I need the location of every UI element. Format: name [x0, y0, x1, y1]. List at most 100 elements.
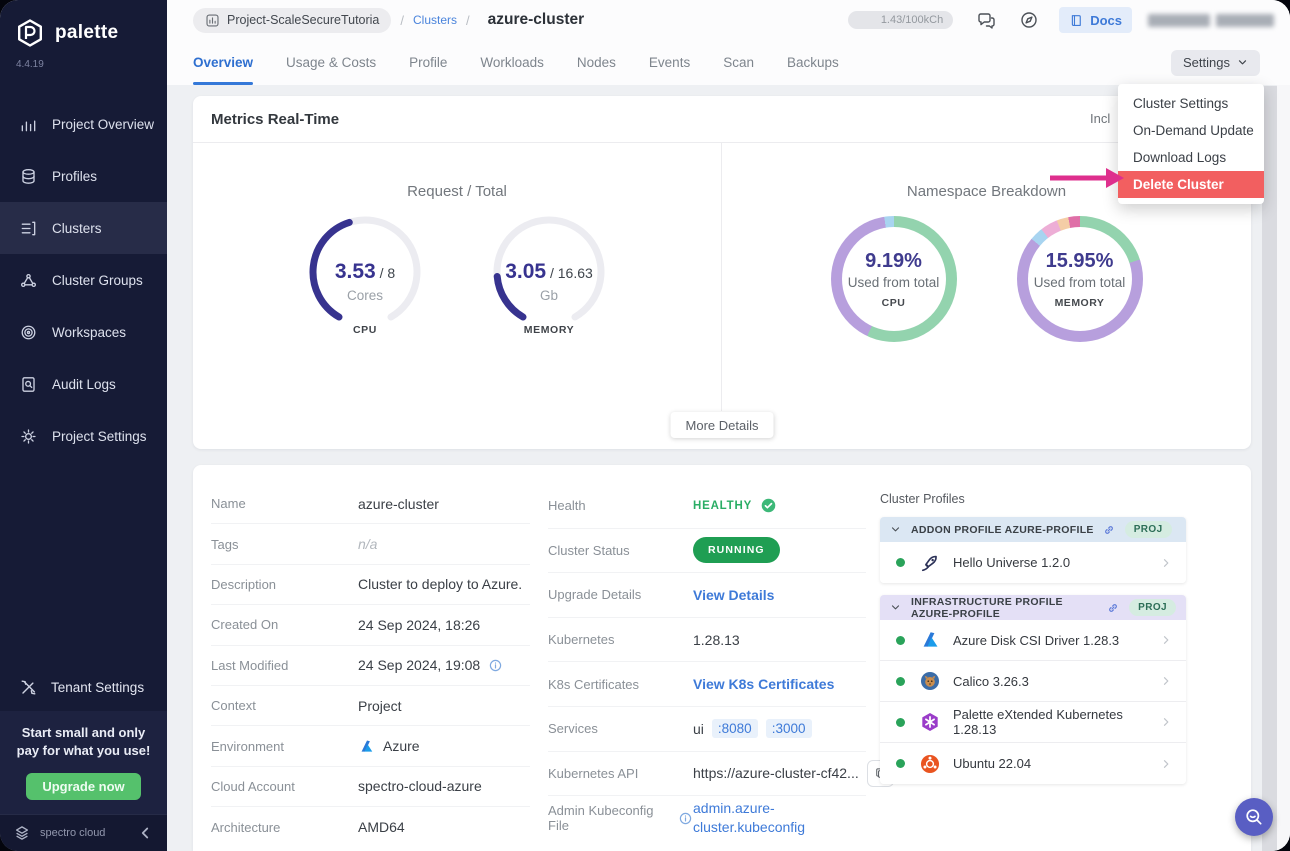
breadcrumb-separator: /	[400, 12, 405, 28]
gauge-label: MEMORY	[523, 324, 575, 336]
sidebar-collapse-icon[interactable]	[135, 823, 155, 843]
profile-group-header[interactable]: INFRASTRUCTURE PROFILE AZURE-PROFILE PROJ	[880, 595, 1186, 620]
tab-workloads[interactable]: Workloads	[480, 40, 544, 85]
profile-layer-name: Ubuntu 22.04	[953, 756, 1032, 771]
azure-icon	[919, 629, 941, 651]
tab-profile[interactable]: Profile	[409, 40, 447, 85]
gauge-value: 3.05	[505, 260, 547, 283]
gauge-cpu: 3.53 / 8 Cores CPU	[305, 214, 425, 336]
status-row-kubernetes-api: Kubernetes API https://azure-cluster-cf42…	[548, 752, 894, 797]
info-value: Azure	[358, 738, 420, 755]
status-label: Health	[548, 498, 586, 514]
right-gutter	[1277, 85, 1290, 851]
profile-layer-azure-disk-csi-driver-1-28-3[interactable]: Azure Disk CSI Driver 1.28.3	[880, 620, 1186, 661]
usage-badge: 1.43/100kCh	[848, 11, 954, 29]
sidebar-item-tenant-settings[interactable]: Tenant Settings	[0, 663, 167, 711]
sidebar-item-label: Profiles	[52, 168, 98, 184]
sidebar-item-cluster-groups[interactable]: Cluster Groups	[0, 254, 167, 306]
docs-button[interactable]: Docs	[1059, 7, 1132, 33]
sidebar: palette 4.4.19 Project Overview Profiles C…	[0, 0, 167, 851]
rocket-icon	[919, 552, 941, 574]
tab-overview[interactable]: Overview	[193, 40, 254, 85]
tabs-bar: Overview Usage & Costs Profile Workloads Nod…	[167, 40, 1290, 85]
info-value: azure-cluster	[358, 495, 439, 512]
service-port-link[interactable]: :3000	[765, 719, 812, 739]
tab-nodes[interactable]: Nodes	[577, 40, 616, 85]
status-row-admin-kubeconfig-file: Admin Kubeconfig File admin.azure-cluster…	[548, 796, 866, 841]
compass-icon[interactable]	[1019, 10, 1039, 30]
user-name-redacted[interactable]	[1148, 13, 1274, 27]
profile-layer-name: Azure Disk CSI Driver 1.28.3	[953, 632, 1120, 648]
sidebar-item-label: Project Settings	[52, 428, 147, 444]
chevron-down-icon	[890, 524, 901, 535]
status-dot	[896, 558, 905, 567]
link-view-k8s-certificates[interactable]: View K8s Certificates	[693, 676, 834, 692]
scrollbar[interactable]	[1262, 86, 1277, 851]
info-value: n/a	[358, 536, 378, 553]
profiles-icon	[18, 166, 38, 186]
kubeconfig-file-link[interactable]: admin.azure-cluster.kubeconfig	[693, 799, 827, 837]
status-label: Admin Kubeconfig File	[548, 803, 693, 833]
info-row-description: Description Cluster to deploy to Azure.	[211, 565, 530, 606]
link-view-details[interactable]: View Details	[693, 587, 774, 603]
tools-icon	[18, 677, 38, 697]
more-details-button[interactable]: More Details	[670, 412, 774, 438]
service-port-link[interactable]: :8080	[711, 719, 758, 739]
profile-layer-name: Hello Universe 1.2.0	[953, 555, 1071, 570]
tab-events[interactable]: Events	[649, 40, 690, 85]
app-version: 4.4.19	[16, 59, 44, 70]
help-chat-fab[interactable]	[1235, 798, 1273, 836]
cluster-status-badge: RUNNING	[693, 537, 780, 564]
profile-layer-palette-extended-kubernetes-1-28-13[interactable]: Palette eXtended Kubernetes 1.28.13	[880, 702, 1186, 743]
profile-layer-name: Calico 3.26.3	[953, 673, 1029, 689]
info-value: spectro-cloud-azure	[358, 778, 482, 795]
menu-item-delete-cluster[interactable]: Delete Cluster	[1118, 171, 1264, 198]
info-label: Cloud Account	[211, 778, 295, 794]
brand-name: palette	[55, 22, 119, 43]
profile-layer-hello-universe-1-2-0[interactable]: Hello Universe 1.2.0	[880, 542, 1186, 583]
menu-item-on-demand-update[interactable]: On-Demand Update	[1118, 117, 1264, 144]
profile-group-header[interactable]: ADDON PROFILE AZURE-PROFILE PROJ	[880, 517, 1186, 542]
profile-layer-name: Palette eXtended Kubernetes 1.28.13	[953, 707, 1123, 737]
sidebar-item-project-settings[interactable]: Project Settings	[0, 410, 167, 462]
gear-icon	[18, 426, 38, 446]
info-value: Cluster to deploy to Azure.	[358, 576, 523, 593]
status-row-cluster-status: Cluster Status RUNNING	[548, 529, 866, 574]
status-label: Services	[548, 721, 598, 737]
menu-item-download-logs[interactable]: Download Logs	[1118, 144, 1264, 171]
topbar-right: 1.43/100kCh Docs	[848, 7, 1274, 33]
book-icon	[1069, 13, 1084, 28]
info-label: Architecture	[211, 819, 281, 835]
metrics-body: Request / Total 3.53 / 8 Cores CPU 3.05 / 1…	[193, 143, 1251, 411]
tab-backups[interactable]: Backups	[787, 40, 839, 85]
breadcrumb-clusters-link[interactable]: Clusters	[413, 13, 457, 27]
tab-scan[interactable]: Scan	[723, 40, 754, 85]
tabs: Overview Usage & Costs Profile Workloads Nod…	[193, 40, 839, 85]
metrics-card: Metrics Real-Time Incl Request / Total 3…	[193, 96, 1251, 449]
status-row-services: Services ui:8080:3000	[548, 707, 866, 752]
info-row-context: Context Project	[211, 686, 530, 727]
menu-item-cluster-settings[interactable]: Cluster Settings	[1118, 90, 1264, 117]
donut-memory: 15.95% Used from total MEMORY	[1016, 216, 1143, 342]
info-icon	[678, 811, 693, 826]
profile-layer-calico-3-26-3[interactable]: Calico 3.26.3	[880, 661, 1186, 702]
profile-layer-ubuntu-22-04[interactable]: Ubuntu 22.04	[880, 743, 1186, 784]
breadcrumb-separator: /	[466, 12, 470, 28]
sidebar-item-profiles[interactable]: Profiles	[0, 150, 167, 202]
settings-button[interactable]: Settings	[1171, 49, 1260, 76]
upgrade-now-button[interactable]: Upgrade now	[26, 773, 141, 800]
info-value: Project	[358, 697, 402, 714]
chat-icon[interactable]	[976, 10, 996, 30]
sidebar-item-clusters[interactable]: Clusters	[0, 202, 167, 254]
info-row-name: Name azure-cluster	[211, 484, 530, 525]
gauge-memory: 3.05 / 16.63 Gb MEMORY	[489, 214, 609, 336]
breadcrumb-project-pill[interactable]: Project-ScaleSecureTutoria	[193, 7, 392, 33]
sidebar-item-audit-logs[interactable]: Audit Logs	[0, 358, 167, 410]
sidebar-item-project-overview[interactable]: Project Overview	[0, 98, 167, 150]
scope-badge: PROJ	[1129, 599, 1176, 616]
info-value: 24 Sep 2024, 18:26	[358, 616, 481, 633]
donut-caption: Used from total	[847, 274, 940, 290]
tab-usage-costs[interactable]: Usage & Costs	[286, 40, 376, 85]
sidebar-item-workspaces[interactable]: Workspaces	[0, 306, 167, 358]
upgrade-panel: Start small and only pay for what you us…	[0, 711, 167, 814]
